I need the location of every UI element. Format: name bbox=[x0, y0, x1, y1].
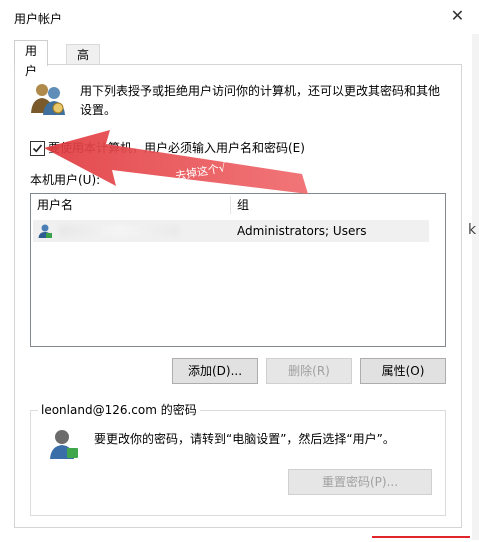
users-listview[interactable]: 用户名 组 Administrators; Users bbox=[30, 193, 446, 347]
user-group-cell: Administrators; Users bbox=[237, 224, 367, 238]
password-change-instructions: 要更改你的密码，请转到“电脑设置”，然后选择“用户”。 bbox=[94, 432, 395, 446]
password-groupbox bbox=[30, 410, 446, 516]
reset-password-button[interactable]: 重置密码(P)... bbox=[288, 469, 432, 495]
background-window-glyph: k bbox=[468, 222, 477, 238]
title-bar: 用户帐户 ✕ bbox=[0, 0, 479, 34]
table-row[interactable]: Administrators; Users bbox=[33, 220, 429, 242]
window-title: 用户帐户 bbox=[14, 12, 63, 26]
username-redacted bbox=[59, 225, 179, 237]
users-group-icon bbox=[30, 82, 66, 119]
add-user-button[interactable]: 添加(D)... bbox=[172, 358, 258, 384]
red-arrow-icon bbox=[44, 130, 308, 194]
user-key-icon bbox=[48, 428, 80, 463]
close-icon: ✕ bbox=[450, 5, 465, 25]
tab-advanced[interactable]: 高级 bbox=[66, 44, 101, 82]
remove-user-button[interactable]: 删除(R) bbox=[266, 358, 352, 384]
properties-button[interactable]: 属性(O) bbox=[360, 358, 446, 384]
password-section-title: leonland@126.com 的密码 bbox=[38, 401, 200, 418]
close-button[interactable]: ✕ bbox=[436, 0, 479, 30]
user-icon bbox=[37, 223, 53, 242]
tab-users[interactable]: 用户 bbox=[14, 40, 49, 78]
intro-text: 用下列表授予或拒绝用户访问你的计算机，还可以更改其密码和其他设置。 bbox=[80, 84, 441, 117]
background-window-highlight bbox=[372, 536, 470, 542]
background-window-strip bbox=[472, 30, 479, 540]
